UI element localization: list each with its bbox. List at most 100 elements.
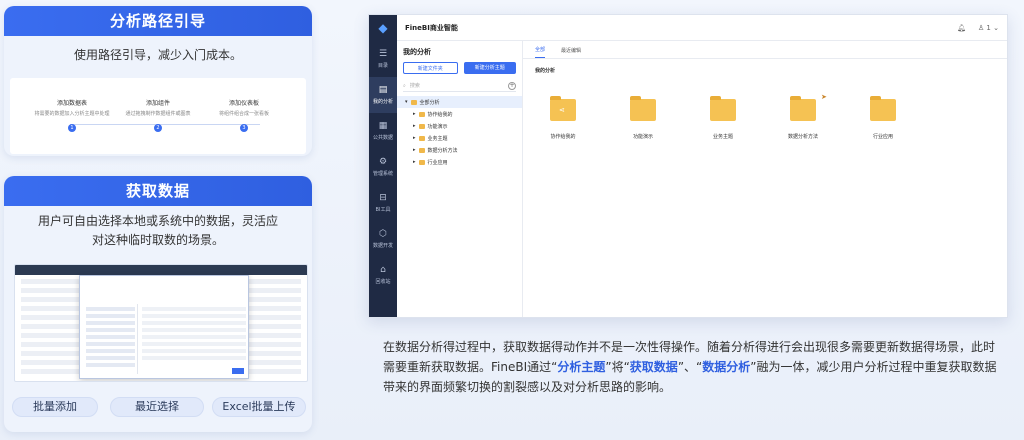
tree-label: 业务主题 [427, 135, 448, 142]
guide-step-1[interactable]: 添加数据表 将需要的数据加入分析主题中处理 1 [22, 98, 122, 132]
tree-item-shared[interactable]: ▸ 协作给我的 [397, 108, 522, 120]
highlight-get-data: 获取数据 [629, 360, 678, 374]
step-title: 添加组件 [145, 100, 170, 107]
folder-shared[interactable]: ⋖ 协作给我的 [543, 96, 583, 140]
folder-business[interactable]: 业务主题 [703, 96, 743, 140]
desc-part: ”将“ [605, 360, 630, 374]
folder-icon [418, 147, 425, 153]
description-text: 在数据分析得过程中，获取数据得动作并不是一次性得操作。随着分析得进行会出现很多需… [383, 337, 1003, 397]
step-number: 3 [240, 124, 248, 132]
select-data-dialog [79, 275, 249, 379]
tree-label: 协作给我的 [427, 111, 453, 118]
nav-label: 公共数据 [372, 135, 393, 141]
get-data-screenshot [14, 264, 308, 382]
tree-item-methods[interactable]: ▸ 数据分析方法 [397, 144, 522, 156]
folder-industry[interactable]: 行业应用 [863, 96, 903, 140]
sidebar: ◆ ☰ 目录 ▤ 我的分析 ▦ 公共数据 ⚙ 管理系统 ⊟ BI工具 ⬡ 数据开发 ⌂ 回收站 [369, 15, 397, 317]
step-title: 添加数据表 [56, 100, 87, 107]
shared-folder-icon: ⋖ [550, 96, 576, 121]
tree-item-demo[interactable]: ▸ 功能演示 [397, 120, 522, 132]
folder-label: 功能演示 [632, 134, 653, 140]
app-title: FineBI商业智能 [405, 23, 458, 32]
step-desc: 通过拖拽制作数据组件或图表 [125, 111, 191, 117]
folder-methods[interactable]: 数据分析方法 [783, 96, 823, 140]
tab-all[interactable]: 全部 [535, 46, 546, 58]
path-guide-title: 分析路径引导 [4, 6, 312, 36]
step-number: 1 [68, 124, 76, 132]
nav-management[interactable]: ⚙ 管理系统 [369, 149, 397, 185]
folder-label: 行业应用 [872, 134, 893, 140]
folder-label: 协作给我的 [550, 134, 576, 140]
topbar-right: 🔔︎ ♙ 1 ⌄ [957, 24, 999, 32]
left-pane-title: 我的分析 [403, 48, 431, 56]
nav-label: 数据开发 [372, 243, 393, 249]
nav-bi-tools[interactable]: ⊟ BI工具 [369, 185, 397, 221]
folder-icon [418, 135, 425, 141]
tree-item-business[interactable]: ▸ 业务主题 [397, 132, 522, 144]
chevron-right-icon: ▸ [413, 147, 416, 153]
tree-item-all[interactable]: ▾ 全部分析 [397, 96, 522, 108]
left-pane-actions: 新建文件夹 新建分析主题 [403, 62, 516, 74]
main-tabs: 全部 最近编辑 [523, 41, 1007, 59]
path-guide-card: 分析路径引导 使用路径引导，减少入门成本。 添加数据表 将需要的数据加入分析主题… [4, 6, 312, 156]
mini-topbar [15, 265, 307, 275]
folder-demo[interactable]: 功能演示 [623, 96, 663, 140]
nav-label: 我的分析 [372, 99, 393, 105]
gear-icon: ⚙ [378, 157, 388, 167]
catalog-icon: ☰ [378, 49, 388, 59]
tree-label: 数据分析方法 [427, 147, 458, 154]
tree-label: 全部分析 [419, 99, 440, 106]
folder-icon [418, 159, 425, 165]
guide-step-2[interactable]: 添加组件 通过拖拽制作数据组件或图表 2 [108, 98, 208, 132]
guide-step-3[interactable]: 添加仪表板 将组件组合成一张看板 3 [194, 98, 294, 132]
user-icon: ♙ [977, 23, 985, 32]
path-guide-subtitle: 使用路径引导，减少入门成本。 [73, 48, 242, 62]
finebi-window: ◆ ☰ 目录 ▤ 我的分析 ▦ 公共数据 ⚙ 管理系统 ⊟ BI工具 ⬡ 数据开发 ⌂ 回收站… [368, 14, 1008, 318]
tree-label: 行业应用 [427, 159, 448, 166]
left-pane: 我的分析 新建文件夹 新建分析主题 ⌕ 搜索 + ▾ 全部分析 ▸ 协作给我的 ▸ 功… [397, 41, 523, 317]
tree-label: 功能演示 [427, 123, 448, 130]
nav-recycle-bin[interactable]: ⌂ 回收站 [369, 257, 397, 293]
tab-recent[interactable]: 最近编辑 [561, 47, 581, 58]
chevron-right-icon: ▸ [413, 159, 416, 165]
get-data-card: 获取数据 用户可自由选择本地或系统中的数据，灵活应 对这种临时取数的场景。 [4, 176, 312, 432]
add-icon[interactable]: + [508, 81, 516, 90]
topbar: FineBI商业智能 🔔︎ ♙ 1 ⌄ [397, 15, 1007, 41]
chevron-right-icon: ▸ [413, 135, 416, 141]
batch-add-button[interactable]: 批量添加 [12, 397, 98, 417]
nav-label: 回收站 [375, 279, 391, 285]
step-desc: 将组件组合成一张看板 [218, 111, 269, 117]
main-area: 全部 最近编辑 我的分析 ➤ ⋖ 协作给我的 功能演示 业务主题 数据分析方法 行… [523, 41, 1007, 317]
search-input[interactable]: ⌕ 搜索 + [403, 80, 516, 92]
tree-item-industry[interactable]: ▸ 行业应用 [397, 156, 522, 168]
nav-data-dev[interactable]: ⬡ 数据开发 [369, 221, 397, 257]
step-title: 添加仪表板 [228, 100, 259, 107]
nav-public-data[interactable]: ▦ 公共数据 [369, 113, 397, 149]
excel-batch-upload-button[interactable]: Excel批量上传 [212, 397, 306, 417]
folder-icon [630, 96, 656, 121]
bell-icon[interactable]: 🔔︎ [957, 24, 966, 32]
nav-label: BI工具 [375, 207, 391, 213]
logo-icon: ◆ [378, 21, 388, 35]
subtitle-line: 用户可自由选择本地或系统中的数据，灵活应 [37, 214, 278, 228]
new-subject-button[interactable]: 新建分析主题 [463, 62, 516, 74]
folder-grid: ⋖ 协作给我的 功能演示 业务主题 数据分析方法 行业应用 [543, 96, 903, 140]
get-data-subtitle: 用户可自由选择本地或系统中的数据，灵活应 对这种临时取数的场景。 [4, 212, 312, 250]
desc-part: ”、“ [677, 360, 703, 374]
new-folder-button[interactable]: 新建文件夹 [403, 62, 458, 74]
nav-label: 目录 [377, 63, 388, 69]
folder-tree: ▾ 全部分析 ▸ 协作给我的 ▸ 功能演示 ▸ 业务主题 ▸ 数据分析方法 ▸ 行业应用 [397, 96, 522, 168]
folder-icon [418, 111, 425, 117]
folder-icon [870, 96, 896, 121]
analysis-icon: ▤ [378, 85, 388, 95]
nav-label: 管理系统 [372, 171, 393, 177]
nav-my-analysis[interactable]: ▤ 我的分析 [369, 77, 397, 113]
chevron-down-icon: ▾ [405, 99, 408, 105]
folder-icon [410, 99, 417, 105]
get-data-title: 获取数据 [4, 176, 312, 206]
nav-catalog[interactable]: ☰ 目录 [369, 41, 397, 77]
highlight-data-analysis: 数据分析 [702, 360, 751, 374]
recent-select-button[interactable]: 最近选择 [110, 397, 204, 417]
user-menu[interactable]: ♙ 1 ⌄ [978, 24, 999, 32]
search-placeholder: 搜索 [409, 83, 420, 89]
